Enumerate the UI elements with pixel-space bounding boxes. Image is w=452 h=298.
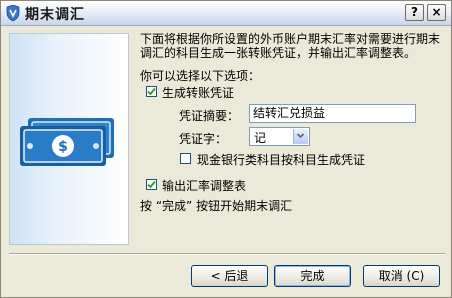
voucher-summary-input[interactable]: 结转汇兑损益 — [249, 104, 416, 123]
generate-voucher-label[interactable]: 生成转账凭证 — [162, 84, 234, 101]
cancel-button[interactable]: 取消 (C) — [363, 265, 440, 287]
wizard-banner: $ — [9, 33, 129, 245]
checkmark-icon — [147, 87, 156, 96]
voucher-word-label: 凭证字： — [179, 132, 228, 146]
voucher-word-select[interactable]: 记 — [249, 127, 310, 146]
footer-divider — [9, 253, 445, 255]
output-rate-table-label[interactable]: 输出汇率调整表 — [162, 177, 246, 194]
generate-voucher-checkbox[interactable] — [146, 86, 157, 97]
choose-options-text: 你可以选择以下选项： — [140, 69, 261, 83]
help-button[interactable]: ? — [405, 4, 424, 21]
back-button[interactable]: < 后退 — [191, 265, 268, 287]
intro-text: 下面将根据你所设置的外币账户期末汇率对需要进行期末调汇的科目生成一张转账凭证，并… — [140, 32, 441, 60]
output-rate-table-checkbox[interactable] — [146, 179, 157, 190]
voucher-word-value: 记 — [254, 131, 267, 145]
voucher-summary-label: 凭证摘要： — [179, 109, 240, 123]
close-button[interactable]: × — [427, 4, 446, 21]
app-shield-icon — [6, 4, 20, 22]
checkmark-icon — [147, 180, 156, 189]
money-illustration-icon: $ — [20, 118, 114, 166]
dialog-window: 期末调汇 ? × $ 下面将根据你所设置的外币账户期末汇率对需要进行期末调汇的科… — [0, 0, 452, 298]
finish-hint-text: 按 “完成” 按钮开始期末调汇 — [140, 199, 293, 213]
window-title: 期末调汇 — [25, 7, 85, 23]
cash-bank-checkbox[interactable] — [180, 153, 191, 164]
cash-bank-label[interactable]: 现金银行类科目按科目生成凭证 — [197, 151, 365, 168]
title-bar[interactable]: 期末调汇 ? × — [1, 1, 451, 26]
finish-button[interactable]: 完成 — [274, 265, 351, 287]
chevron-down-icon[interactable] — [293, 129, 308, 144]
svg-text:$: $ — [58, 139, 68, 155]
